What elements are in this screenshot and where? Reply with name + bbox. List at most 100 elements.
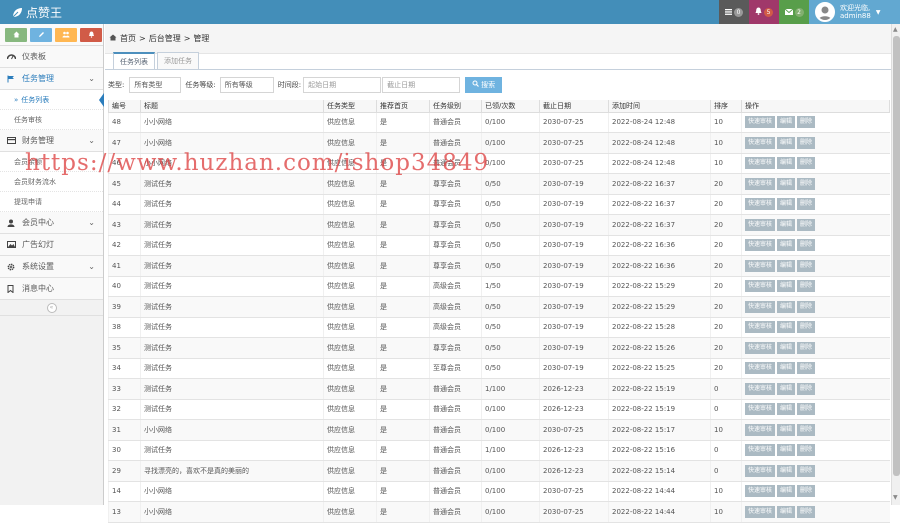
sidebar-subitem-task-review[interactable]: 任务审核	[0, 110, 103, 130]
delete-button[interactable]: 删除	[797, 259, 816, 272]
delete-button[interactable]: 删除	[797, 116, 816, 129]
edit-button[interactable]: 编辑	[777, 280, 796, 293]
edit-button[interactable]: 编辑	[777, 259, 796, 272]
edit-button[interactable]: 编辑	[777, 300, 796, 313]
edit-button[interactable]: 编辑	[777, 218, 796, 231]
delete-button[interactable]: 删除	[797, 485, 816, 498]
edit-button[interactable]: 编辑	[777, 505, 796, 518]
quick-review-button[interactable]: 快速审核	[745, 464, 776, 477]
delete-button[interactable]: 删除	[797, 239, 816, 252]
quick-review-button[interactable]: 快速审核	[745, 505, 776, 518]
quick-review-button[interactable]: 快速审核	[745, 136, 776, 149]
shortcut-edit-button[interactable]	[30, 28, 52, 42]
messages-dropdown-button[interactable]: 2	[779, 0, 809, 24]
quick-review-button[interactable]: 快速审核	[745, 423, 776, 436]
delete-button[interactable]: 删除	[797, 403, 816, 416]
edit-button[interactable]: 编辑	[777, 464, 796, 477]
scrollbar-thumb[interactable]	[893, 36, 900, 476]
edit-button[interactable]: 编辑	[777, 198, 796, 211]
scroll-up-icon[interactable]: ▲	[893, 26, 898, 33]
sidebar-item-message-center[interactable]: 消息中心	[0, 278, 103, 300]
start-date-input[interactable]: 起始日期	[303, 76, 382, 93]
edit-button[interactable]: 编辑	[777, 485, 796, 498]
delete-button[interactable]: 删除	[797, 362, 816, 375]
edit-button[interactable]: 编辑	[777, 423, 796, 436]
tab-task-list[interactable]: 任务列表	[113, 52, 155, 70]
task-table: 编号 标题 任务类型 推荐首页 任务级别 已领/次数 截止日期 添加时间 排序 操作 48 小小网络…	[108, 100, 890, 523]
delete-button[interactable]: 删除	[797, 218, 816, 231]
brand-logo[interactable]: 点赞王	[11, 4, 62, 21]
delete-button[interactable]: 删除	[797, 341, 816, 354]
edit-button[interactable]: 编辑	[777, 136, 796, 149]
sidebar-item-finance-management[interactable]: 财务管理 ⌄	[0, 130, 103, 152]
delete-button[interactable]: 删除	[797, 177, 816, 190]
edit-button[interactable]: 编辑	[777, 157, 796, 170]
delete-button[interactable]: 删除	[797, 136, 816, 149]
breadcrumb-section-link[interactable]: 后台管理	[149, 33, 181, 44]
delete-button[interactable]: 删除	[797, 321, 816, 334]
scroll-down-icon[interactable]: ▼	[893, 494, 898, 501]
sidebar-subitem-task-list[interactable]: » 任务列表	[0, 90, 104, 110]
quick-review-button[interactable]: 快速审核	[745, 341, 776, 354]
list-icon	[725, 8, 732, 17]
type-select[interactable]: 所有类型	[129, 76, 182, 93]
edit-button[interactable]: 编辑	[777, 382, 796, 395]
sidebar-subitem-member-finance-flow[interactable]: 会员财务流水	[0, 172, 103, 192]
level-select[interactable]: 所有等级	[219, 76, 274, 93]
quick-review-button[interactable]: 快速审核	[745, 280, 776, 293]
page-scrollbar[interactable]: ▲ ▼	[891, 24, 900, 505]
edit-button[interactable]: 编辑	[777, 177, 796, 190]
tab-add-task[interactable]: 添加任务	[157, 52, 199, 69]
delete-button[interactable]: 删除	[797, 198, 816, 211]
delete-button[interactable]: 删除	[797, 423, 816, 436]
sidebar-item-system-settings[interactable]: 系统设置 ⌄	[0, 256, 103, 278]
quick-review-button[interactable]: 快速审核	[745, 362, 776, 375]
sidebar-item-dashboard[interactable]: 仪表板	[0, 46, 103, 68]
notifications-dropdown-button[interactable]: 5	[749, 0, 779, 24]
sidebar-item-task-management[interactable]: 任务管理 ⌄	[0, 68, 103, 90]
delete-button[interactable]: 删除	[797, 382, 816, 395]
quick-review-button[interactable]: 快速审核	[745, 177, 776, 190]
sidebar-item-ad-slides[interactable]: 广告幻灯	[0, 234, 103, 256]
quick-review-button[interactable]: 快速审核	[745, 300, 776, 313]
quick-review-button[interactable]: 快速审核	[745, 444, 776, 457]
edit-button[interactable]: 编辑	[777, 116, 796, 129]
tasks-dropdown-button[interactable]: 0	[719, 0, 749, 24]
quick-review-button[interactable]: 快速审核	[745, 321, 776, 334]
quick-review-button[interactable]: 快速审核	[745, 218, 776, 231]
delete-button[interactable]: 删除	[797, 157, 816, 170]
user-menu-button[interactable]: 欢迎光临, admin88 ▼	[809, 0, 900, 24]
shortcut-dashboard-button[interactable]	[5, 28, 27, 42]
delete-button[interactable]: 删除	[797, 300, 816, 313]
quick-review-button[interactable]: 快速审核	[745, 403, 776, 416]
breadcrumb-home-link[interactable]: 首页	[120, 33, 136, 44]
delete-button[interactable]: 删除	[797, 280, 816, 293]
edit-button[interactable]: 编辑	[777, 444, 796, 457]
search-button[interactable]: 搜索	[465, 76, 503, 93]
shortcut-settings-button[interactable]	[80, 28, 102, 42]
quick-review-button[interactable]: 快速审核	[745, 239, 776, 252]
quick-review-button[interactable]: 快速审核	[745, 485, 776, 498]
shortcut-users-button[interactable]	[55, 28, 77, 42]
edit-button[interactable]: 编辑	[777, 403, 796, 416]
breadcrumb: 首页 > 后台管理 > 管理	[105, 24, 891, 54]
sidebar-subitem-withdraw-requests[interactable]: 提现申请	[0, 192, 103, 212]
table-row: 31 小小网络 供应信息是普通会员 0/100 2030-07-25 2022-08-22…	[108, 419, 890, 441]
delete-button[interactable]: 删除	[797, 444, 816, 457]
delete-button[interactable]: 删除	[797, 464, 816, 477]
edit-button[interactable]: 编辑	[777, 239, 796, 252]
table-cell: 20	[710, 194, 742, 215]
end-date-input[interactable]: 截止日期	[382, 76, 461, 93]
edit-button[interactable]: 编辑	[777, 341, 796, 354]
sidebar-collapse-toggle[interactable]: «	[0, 300, 103, 316]
edit-button[interactable]: 编辑	[777, 321, 796, 334]
quick-review-button[interactable]: 快速审核	[745, 382, 776, 395]
quick-review-button[interactable]: 快速审核	[745, 198, 776, 211]
quick-review-button[interactable]: 快速审核	[745, 116, 776, 129]
quick-review-button[interactable]: 快速审核	[745, 157, 776, 170]
sidebar-item-member-center[interactable]: 会员中心 ⌄	[0, 212, 103, 234]
delete-button[interactable]: 删除	[797, 505, 816, 518]
edit-button[interactable]: 编辑	[777, 362, 796, 375]
quick-review-button[interactable]: 快速审核	[745, 259, 776, 272]
sidebar-subitem-member-balance[interactable]: 会员余额	[0, 152, 103, 172]
